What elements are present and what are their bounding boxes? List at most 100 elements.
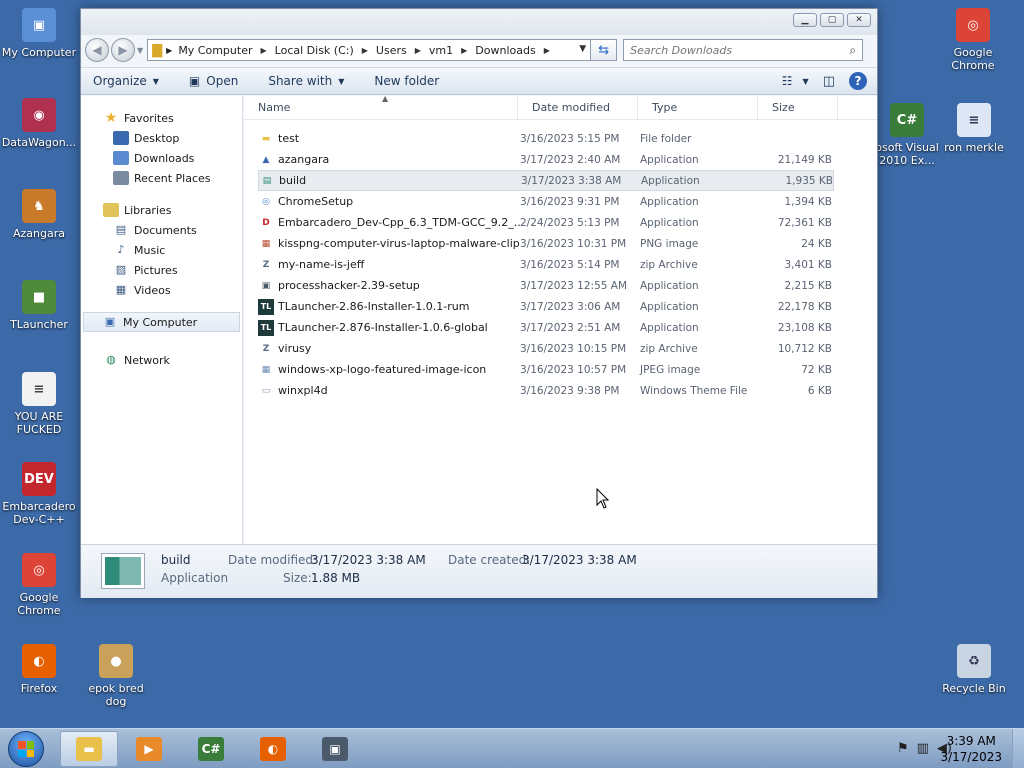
close-button[interactable]: ✕ <box>847 13 871 27</box>
file-row[interactable]: ▦ windows-xp-logo-featured-image-icon 3/16… <box>258 359 834 380</box>
processhacker-icon: ▣ <box>261 280 271 291</box>
breadcrumb-separator-icon[interactable]: ▶ <box>461 46 467 55</box>
file-row[interactable]: Zvirusy 3/16/2023 10:15 PM zip Archive 10,7… <box>258 338 834 359</box>
breadcrumb-item[interactable]: Downloads <box>475 44 535 57</box>
search-icon[interactable]: ⌕ <box>849 43 856 58</box>
file-row[interactable]: ▦ kisspng-computer-virus-laptop-malware-c… <box>258 233 834 254</box>
nav-recent-places[interactable]: Recent Places <box>81 168 242 188</box>
file-type: File folder <box>640 132 692 145</box>
nav-my-computer[interactable]: ▣ My Computer <box>83 312 240 332</box>
start-button[interactable] <box>8 731 44 767</box>
file-date: 3/16/2023 9:31 PM <box>520 195 620 208</box>
help-icon[interactable]: ? <box>849 72 867 90</box>
breadcrumb-separator-icon[interactable]: ▶ <box>362 46 368 55</box>
explorer-icon: ▬ <box>76 737 102 761</box>
nav-videos[interactable]: ▦ Videos <box>81 280 242 300</box>
desktop-icon-document[interactable]: ≡ ron merkle <box>935 103 1013 154</box>
chrome-icon: ◎ <box>22 553 56 587</box>
taskbar-processhacker-button[interactable]: ▣ <box>306 731 364 767</box>
show-desktop-button[interactable] <box>1012 729 1024 768</box>
search-box[interactable]: ⌕ <box>623 39 864 61</box>
breadcrumb-separator-icon[interactable]: ▶ <box>544 46 550 55</box>
file-size: 22,178 KB <box>777 300 832 313</box>
recent-pages-dropdown[interactable]: ▼ <box>137 46 143 55</box>
taskbar-visual-csharp-button[interactable]: C# <box>182 731 240 767</box>
nav-pictures[interactable]: ▨ Pictures <box>81 260 242 280</box>
desktop-icon-text-document[interactable]: ≡ YOU ARE FUCKED <box>0 372 78 436</box>
breadcrumb-item[interactable]: My Computer <box>178 44 252 57</box>
file-type: JPEG image <box>640 363 701 376</box>
open-button[interactable]: ▣ Open <box>189 74 238 88</box>
forward-button[interactable]: ▶ <box>111 38 135 62</box>
breadcrumb-item[interactable]: Users <box>376 44 407 57</box>
nav-documents[interactable]: ▤ Documents <box>81 220 242 240</box>
back-button[interactable]: ◀ <box>85 38 109 62</box>
file-row[interactable]: ◎ ChromeSetup 3/16/2023 9:31 PM Application… <box>258 191 834 212</box>
network-icon: ◍ <box>106 353 116 366</box>
desktop-icon-tlauncher[interactable]: ■ TLauncher <box>0 280 78 331</box>
file-row[interactable]: ▬ test 3/16/2023 5:15 PM File folder <box>258 128 834 149</box>
desktop-icon-epok-bred-dog[interactable]: ● epok bred dog <box>77 644 155 708</box>
column-header-name[interactable]: Name <box>244 95 518 120</box>
file-row[interactable]: D Embarcadero_Dev-Cpp_6.3_TDM-GCC_9.2_...… <box>258 212 834 233</box>
file-row[interactable]: TL TLauncher-2.876-Installer-1.0.6-global… <box>258 317 834 338</box>
desktop-icon-azangara[interactable]: ♞ Azangara <box>0 189 78 240</box>
breadcrumb-item[interactable]: Local Disk (C:) <box>275 44 354 57</box>
nav-music[interactable]: ♪ Music <box>81 240 242 260</box>
refresh-button[interactable]: ⇆ <box>591 39 618 61</box>
organize-button[interactable]: Organize ▼ <box>93 74 159 88</box>
file-date: 3/16/2023 10:57 PM <box>520 363 627 376</box>
address-bar[interactable]: ▇ ▶ My Computer ▶ Local Disk (C:) ▶ Users ▶ vm… <box>147 39 592 61</box>
file-size: 1,935 KB <box>785 174 834 187</box>
file-row[interactable]: ▭ winxpl4d 3/16/2023 9:38 PM Windows Theme … <box>258 380 834 401</box>
taskbar-firefox-button[interactable]: ◐ <box>244 731 302 767</box>
taskbar-explorer-button[interactable]: ▬ <box>60 731 118 767</box>
desktop-icon-firefox[interactable]: ◐ Firefox <box>0 644 78 695</box>
details-file-type: Application <box>161 571 229 585</box>
desktop-icon-chrome[interactable]: ◎ Google Chrome <box>934 8 1012 72</box>
file-row[interactable]: ▤ build 3/17/2023 3:38 AM Application 1,935 … <box>258 170 834 191</box>
clock[interactable]: 3:39 AM 3/17/2023 <box>940 733 1002 765</box>
desktop-icon-chrome[interactable]: ◎ Google Chrome <box>0 553 78 617</box>
network-status-icon[interactable]: ▥ <box>917 741 929 756</box>
column-header-size[interactable]: Size <box>758 95 838 120</box>
file-name: windows-xp-logo-featured-image-icon <box>278 363 487 376</box>
nav-favorites[interactable]: ★ Favorites <box>81 108 242 128</box>
nav-downloads[interactable]: Downloads <box>81 148 242 168</box>
column-header-date[interactable]: Date modified <box>518 95 638 120</box>
file-size: 21,149 KB <box>777 153 832 166</box>
desktop-icon-datawagon[interactable]: ◉ DataWagon... <box>0 98 78 149</box>
nav-network[interactable]: ◍ Network <box>81 350 242 370</box>
breadcrumb-item[interactable]: vm1 <box>429 44 453 57</box>
maximize-button[interactable]: ▢ <box>820 13 844 27</box>
column-header-type[interactable]: Type <box>638 95 758 120</box>
preview-pane-button[interactable]: ◫ <box>823 74 835 89</box>
back-arrow-icon: ◀ <box>92 43 102 57</box>
minimize-button[interactable]: ▁ <box>793 13 817 27</box>
file-row[interactable]: ▲ azangara 3/17/2023 2:40 AM Application 21,… <box>258 149 834 170</box>
desktop-icon-recycle-bin[interactable]: ♻ Recycle Bin <box>935 644 1013 695</box>
file-type: zip Archive <box>640 342 698 355</box>
desktop-icon-computer[interactable]: ▣ My Computer <box>0 8 78 59</box>
command-bar: Organize ▼ ▣ Open Share with ▼ New folder … <box>81 67 877 95</box>
breadcrumb-separator-icon[interactable]: ▶ <box>415 46 421 55</box>
file-row[interactable]: Zmy-name-is-jeff 3/16/2023 5:14 PM zip Arc… <box>258 254 834 275</box>
view-options-button[interactable]: ☷ ▼ <box>782 74 809 88</box>
search-input[interactable] <box>630 43 831 57</box>
folder-icon: ▬ <box>261 133 271 144</box>
nav-libraries[interactable]: Libraries <box>81 200 242 220</box>
share-with-button[interactable]: Share with ▼ <box>268 74 344 88</box>
downloads-icon <box>113 151 129 165</box>
file-size: 6 KB <box>807 384 832 397</box>
title-bar[interactable]: ▁ ▢ ✕ <box>81 9 877 35</box>
nav-desktop[interactable]: Desktop <box>81 128 242 148</box>
theme-file-icon: ▭ <box>261 385 271 396</box>
desktop-icon-devcpp[interactable]: DEV Embarcadero Dev-C++ <box>0 462 78 526</box>
breadcrumb-separator-icon[interactable]: ▶ <box>261 46 267 55</box>
taskbar-media-player-button[interactable]: ▶ <box>120 731 178 767</box>
action-center-flag-icon[interactable]: ⚑ <box>897 741 909 756</box>
address-dropdown-icon[interactable]: ▼ <box>579 44 586 54</box>
file-row[interactable]: ▣ processhacker-2.39-setup 3/17/2023 12:55… <box>258 275 834 296</box>
file-row[interactable]: TL TLauncher-2.86-Installer-1.0.1-rum 3/17… <box>258 296 834 317</box>
new-folder-button[interactable]: New folder <box>374 74 439 88</box>
